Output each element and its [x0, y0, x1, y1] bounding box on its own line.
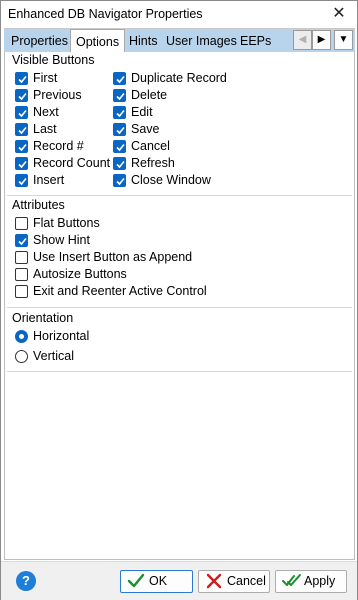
- properties-dialog: Enhanced DB Navigator Properties ✕ Prope…: [0, 0, 358, 600]
- checkbox-label: Last: [33, 122, 57, 136]
- checkbox-label: Autosize Buttons: [33, 267, 127, 281]
- tab-user-images[interactable]: User Images: [166, 31, 237, 53]
- checkbox-label: Flat Buttons: [33, 216, 100, 230]
- checkbox-box[interactable]: [15, 89, 28, 102]
- visible-buttons-group: Visible Buttons First Previous Next Last…: [7, 52, 352, 196]
- checkbox-label: Delete: [131, 88, 168, 102]
- checkbox-box[interactable]: [113, 72, 126, 85]
- checkbox-label: Show Hint: [33, 233, 90, 247]
- checkbox-label: Record Count: [33, 156, 111, 170]
- tab-eeps[interactable]: EEPs: [240, 31, 271, 53]
- tab-options[interactable]: Options: [70, 29, 126, 54]
- apply-button-label: Apply: [304, 574, 336, 588]
- tab-scroll-left-icon[interactable]: ◀: [293, 30, 312, 50]
- checkmark-icon: [127, 573, 145, 589]
- checkbox-label: Record #: [33, 139, 84, 153]
- group-title-orientation: Orientation: [12, 311, 74, 325]
- checkbox-box[interactable]: [113, 89, 126, 102]
- checkbox-label: Cancel: [131, 139, 170, 153]
- checkbox-box[interactable]: [15, 140, 28, 153]
- checkbox-box[interactable]: [15, 174, 28, 187]
- checkbox-box[interactable]: [15, 217, 28, 230]
- ok-button[interactable]: OK: [120, 570, 193, 593]
- checkbox-label: Save: [131, 122, 160, 136]
- checkbox-box[interactable]: [113, 106, 126, 119]
- checkbox-box[interactable]: [15, 123, 28, 136]
- checkbox-label: Duplicate Record: [131, 71, 227, 85]
- checkbox-box[interactable]: [15, 251, 28, 264]
- dialog-footer: ? OK Cancel Apply: [1, 561, 357, 600]
- title-bar: Enhanced DB Navigator Properties ✕: [1, 1, 357, 28]
- checkbox-label: Insert: [33, 173, 65, 187]
- checkbox-label: Refresh: [131, 156, 175, 170]
- radio-button[interactable]: [15, 350, 28, 363]
- tab-scroll-right-icon[interactable]: ▶: [312, 30, 331, 50]
- double-check-icon: [282, 573, 301, 589]
- checkbox-box[interactable]: [15, 234, 28, 247]
- cancel-button[interactable]: Cancel: [198, 570, 270, 593]
- help-icon[interactable]: ?: [16, 571, 36, 591]
- checkbox-box[interactable]: [15, 157, 28, 170]
- options-panel: Visible Buttons First Previous Next Last…: [4, 52, 355, 560]
- orientation-group: Orientation Horizontal Vertical: [7, 308, 352, 372]
- close-icon[interactable]: ✕: [329, 4, 349, 24]
- checkbox-label: Edit: [131, 105, 153, 119]
- attributes-group: Attributes Flat Buttons Show Hint Use In…: [7, 196, 352, 308]
- tab-hints[interactable]: Hints: [129, 31, 157, 53]
- ok-button-label: OK: [149, 574, 168, 588]
- window-title: Enhanced DB Navigator Properties: [8, 7, 203, 21]
- tab-properties[interactable]: Properties: [11, 31, 68, 53]
- checkbox-label: Close Window: [131, 173, 211, 187]
- radio-button[interactable]: [15, 330, 28, 343]
- radio-label: Horizontal: [33, 329, 90, 343]
- checkbox-label: First: [33, 71, 58, 85]
- checkbox-box[interactable]: [113, 123, 126, 136]
- tab-strip: Properties Options Hints User Images EEP…: [4, 28, 355, 54]
- apply-button[interactable]: Apply: [275, 570, 347, 593]
- checkbox-box[interactable]: [113, 157, 126, 170]
- checkbox-box[interactable]: [113, 140, 126, 153]
- cancel-button-label: Cancel: [227, 574, 266, 588]
- checkbox-label: Next: [33, 105, 59, 119]
- cross-icon: [205, 573, 223, 589]
- group-title-attributes: Attributes: [12, 198, 65, 212]
- radio-label: Vertical: [33, 349, 74, 363]
- tab-list-dropdown-icon[interactable]: ▼: [334, 30, 353, 50]
- checkbox-label: Previous: [33, 88, 82, 102]
- checkbox-label: Exit and Reenter Active Control: [33, 284, 207, 298]
- group-title-visible-buttons: Visible Buttons: [12, 53, 95, 67]
- checkbox-box[interactable]: [113, 174, 126, 187]
- checkbox-box[interactable]: [15, 268, 28, 281]
- checkbox-label: Use Insert Button as Append: [33, 250, 193, 264]
- checkbox-box[interactable]: [15, 285, 28, 298]
- checkbox-box[interactable]: [15, 72, 28, 85]
- checkbox-box[interactable]: [15, 106, 28, 119]
